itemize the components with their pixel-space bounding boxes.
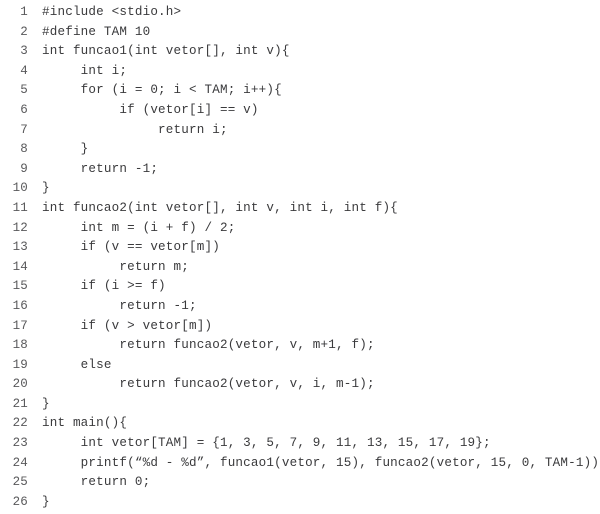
- line-number: 3: [20, 44, 28, 59]
- line-number: 8: [20, 142, 28, 157]
- code-listing: 1 #include <stdio.h> 2 #define TAM 10 3 …: [0, 0, 600, 514]
- line-number: 17: [12, 318, 28, 333]
- line-number: 21: [12, 396, 28, 411]
- code-line: 21 }: [0, 395, 600, 415]
- line-number: 10: [12, 181, 28, 196]
- code-line: 18 return funcao2(vetor, v, m+1, f);: [0, 336, 600, 356]
- line-content: int funcao1(int vetor[], int v){: [42, 44, 290, 59]
- line-content: if (vetor[i] == v): [42, 102, 259, 117]
- line-content: int i;: [42, 63, 128, 78]
- line-number: 9: [20, 161, 28, 176]
- line-content: return 0;: [42, 475, 151, 490]
- code-line: 22 int main(){: [0, 414, 600, 434]
- line-number: 13: [12, 240, 28, 255]
- code-line: 11 int funcao2(int vetor[], int v, int i…: [0, 199, 600, 219]
- line-number: 25: [12, 475, 28, 490]
- code-line: 8 }: [0, 140, 600, 160]
- line-content: return funcao2(vetor, v, m+1, f);: [42, 338, 375, 353]
- code-line: 15 if (i >= f): [0, 277, 600, 297]
- line-number: 14: [12, 259, 28, 274]
- line-content: }: [42, 181, 50, 196]
- line-number: 11: [12, 200, 28, 215]
- line-content: #define TAM 10: [42, 24, 151, 39]
- code-line: 9 return -1;: [0, 160, 600, 180]
- line-number: 4: [20, 63, 28, 78]
- line-content: return -1;: [42, 161, 159, 176]
- line-content: }: [42, 396, 50, 411]
- line-number: 6: [20, 102, 28, 117]
- line-content: return -1;: [42, 298, 197, 313]
- line-content: return m;: [42, 259, 190, 274]
- line-number: 5: [20, 83, 28, 98]
- code-line: 23 int vetor[TAM] = {1, 3, 5, 7, 9, 11, …: [0, 434, 600, 454]
- code-line: 5 for (i = 0; i < TAM; i++){: [0, 81, 600, 101]
- line-content: for (i = 0; i < TAM; i++){: [42, 83, 282, 98]
- line-number: 19: [12, 357, 28, 372]
- line-number: 20: [12, 377, 28, 392]
- line-content: int m = (i + f) / 2;: [42, 220, 236, 235]
- line-number: 24: [12, 455, 28, 470]
- line-content: if (v > vetor[m]): [42, 318, 213, 333]
- line-number: 23: [12, 436, 28, 451]
- code-line: 17 if (v > vetor[m]): [0, 317, 600, 337]
- line-number: 18: [12, 338, 28, 353]
- code-line: 12 int m = (i + f) / 2;: [0, 219, 600, 239]
- line-content: else: [42, 357, 112, 372]
- line-number: 26: [12, 494, 28, 509]
- line-content: if (i >= f): [42, 279, 166, 294]
- line-content: }: [42, 142, 89, 157]
- line-number: 2: [20, 24, 28, 39]
- code-line: 10 }: [0, 179, 600, 199]
- code-line: 14 return m;: [0, 258, 600, 278]
- code-line: 24 printf(“%d - %d”, funcao1(vetor, 15),…: [0, 454, 600, 474]
- code-line: 7 return i;: [0, 121, 600, 141]
- code-line: 2 #define TAM 10: [0, 23, 600, 43]
- code-line: 13 if (v == vetor[m]): [0, 238, 600, 258]
- line-number: 12: [12, 220, 28, 235]
- line-number: 7: [20, 122, 28, 137]
- code-line: 25 return 0;: [0, 473, 600, 493]
- code-line: 3 int funcao1(int vetor[], int v){: [0, 42, 600, 62]
- line-content: int vetor[TAM] = {1, 3, 5, 7, 9, 11, 13,…: [42, 436, 491, 451]
- line-number: 16: [12, 298, 28, 313]
- line-number: 1: [20, 5, 28, 19]
- line-content: }: [42, 494, 50, 509]
- code-line: 19 else: [0, 356, 600, 376]
- line-number: 15: [12, 279, 28, 294]
- line-content: return funcao2(vetor, v, i, m-1);: [42, 377, 375, 392]
- code-line: 26 }: [0, 493, 600, 513]
- line-content: if (v == vetor[m]): [42, 240, 220, 255]
- code-line: 1 #include <stdio.h>: [0, 3, 600, 23]
- line-content: int funcao2(int vetor[], int v, int i, i…: [42, 200, 398, 215]
- line-content: return i;: [42, 122, 228, 137]
- line-number: 22: [12, 416, 28, 431]
- line-content: int main(){: [42, 416, 128, 431]
- code-line: 6 if (vetor[i] == v): [0, 101, 600, 121]
- code-line: 20 return funcao2(vetor, v, i, m-1);: [0, 375, 600, 395]
- code-line: 16 return -1;: [0, 297, 600, 317]
- line-content: printf(“%d - %d”, funcao1(vetor, 15), fu…: [42, 455, 600, 470]
- line-content: #include <stdio.h>: [42, 5, 182, 19]
- code-line: 4 int i;: [0, 62, 600, 82]
